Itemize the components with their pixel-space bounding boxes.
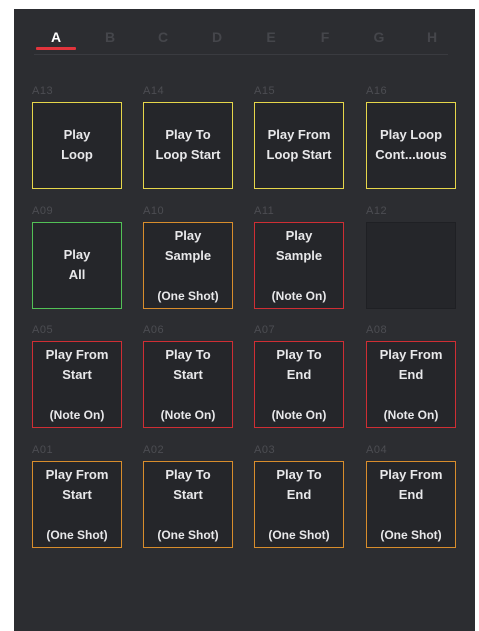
pad-label-line2: All: [68, 267, 86, 282]
pad-a05[interactable]: Play From Start (Note On): [32, 341, 122, 428]
pad-a09[interactable]: Play All: [32, 222, 122, 309]
pad-mode-label: (Note On): [160, 408, 216, 422]
pad-id-label: A13: [32, 85, 54, 97]
pad-mode-label: (One Shot): [46, 528, 108, 542]
pad-a14[interactable]: Play To Loop Start: [143, 102, 233, 189]
pad-a07[interactable]: Play To End (Note On): [254, 341, 344, 428]
pad-id-label: A01: [32, 444, 54, 456]
pad-a01[interactable]: Play From Start (One Shot): [32, 461, 122, 548]
pad-label-line2: End: [398, 367, 424, 382]
pad-id-label: A14: [143, 85, 165, 97]
tab-e[interactable]: E: [256, 29, 286, 45]
pad-id-label: A02: [143, 444, 165, 456]
pad-mode-label: (One Shot): [157, 289, 219, 303]
pad-label-line2: Loop Start: [155, 147, 221, 162]
pad-label-line1: Play Loop: [379, 127, 443, 142]
pad-label-line1: Play To: [276, 347, 322, 362]
pad-label-line2: Start: [173, 367, 203, 382]
pad-id-label: A08: [366, 324, 388, 336]
pad-label-line1: Play: [63, 247, 91, 262]
pad-label-line2: End: [286, 487, 312, 502]
pad-label-line2: Cont...uous: [375, 147, 447, 162]
pad-a08[interactable]: Play From End (Note On): [366, 341, 456, 428]
pad-a02[interactable]: Play To Start (One Shot): [143, 461, 233, 548]
tab-f[interactable]: F: [310, 29, 340, 45]
pad-id-label: A16: [366, 85, 388, 97]
pad-label-line2: Loop Start: [266, 147, 332, 162]
pad-label-line1: Play: [174, 228, 202, 243]
pad-label-line2: Sample: [275, 248, 323, 263]
pad-label-line1: Play To: [276, 467, 322, 482]
pad-mode-label: (One Shot): [157, 528, 219, 542]
pad-label-line1: Play To: [165, 127, 211, 142]
pad-a13[interactable]: Play Loop: [32, 102, 122, 189]
tab-divider: [34, 54, 448, 55]
pad-id-label: A11: [254, 205, 275, 217]
pad-id-label: A12: [366, 205, 388, 217]
active-tab-indicator: [36, 47, 76, 50]
tab-c[interactable]: C: [148, 29, 178, 45]
pad-a15[interactable]: Play From Loop Start: [254, 102, 344, 189]
pad-label-line2: Loop: [61, 147, 93, 162]
pad-label-line1: Play To: [165, 467, 211, 482]
pad-id-label: A03: [254, 444, 276, 456]
pad-id-label: A06: [143, 324, 165, 336]
pad-label-line1: Play From: [45, 347, 109, 362]
pad-a04[interactable]: Play From End (One Shot): [366, 461, 456, 548]
pad-mode-label: (Note On): [271, 289, 327, 303]
bank-tabs: A B C D E F G H: [34, 17, 464, 57]
tab-a[interactable]: A: [41, 29, 71, 45]
pad-a16[interactable]: Play Loop Cont...uous: [366, 102, 456, 189]
pad-a06[interactable]: Play To Start (Note On): [143, 341, 233, 428]
pad-mode-label: (Note On): [271, 408, 327, 422]
tab-b[interactable]: B: [95, 29, 125, 45]
pad-bank-panel: A B C D E F G H A13 Play Loop A14 Play To Loop Start…: [14, 9, 475, 631]
pad-id-label: A05: [32, 324, 54, 336]
pad-a11[interactable]: Play Sample (Note On): [254, 222, 344, 309]
pad-label-line1: Play To: [165, 347, 211, 362]
pad-a10[interactable]: Play Sample (One Shot): [143, 222, 233, 309]
pad-id-label: A04: [366, 444, 388, 456]
tab-h[interactable]: H: [417, 29, 447, 45]
pad-a12[interactable]: [366, 222, 456, 309]
tab-d[interactable]: D: [202, 29, 232, 45]
pad-label-line1: Play: [285, 228, 313, 243]
pad-id-label: A10: [143, 205, 165, 217]
tab-g[interactable]: G: [364, 29, 394, 45]
pad-label-line2: End: [398, 487, 424, 502]
pad-id-label: A07: [254, 324, 276, 336]
pad-label-line1: Play From: [267, 127, 331, 142]
pad-mode-label: (Note On): [49, 408, 105, 422]
pad-label-line1: Play: [63, 127, 91, 142]
pad-label-line1: Play From: [45, 467, 109, 482]
pad-label-line2: Sample: [164, 248, 212, 263]
pad-a03[interactable]: Play To End (One Shot): [254, 461, 344, 548]
pad-label-line1: Play From: [379, 467, 443, 482]
pad-mode-label: (One Shot): [268, 528, 330, 542]
pad-label-line2: End: [286, 367, 312, 382]
pad-label-line2: Start: [62, 487, 92, 502]
pad-label-line2: Start: [173, 487, 203, 502]
pad-label-line2: Start: [62, 367, 92, 382]
pad-mode-label: (Note On): [383, 408, 439, 422]
pad-mode-label: (One Shot): [380, 528, 442, 542]
pad-id-label: A09: [32, 205, 54, 217]
pad-id-label: A15: [254, 85, 276, 97]
pad-label-line1: Play From: [379, 347, 443, 362]
